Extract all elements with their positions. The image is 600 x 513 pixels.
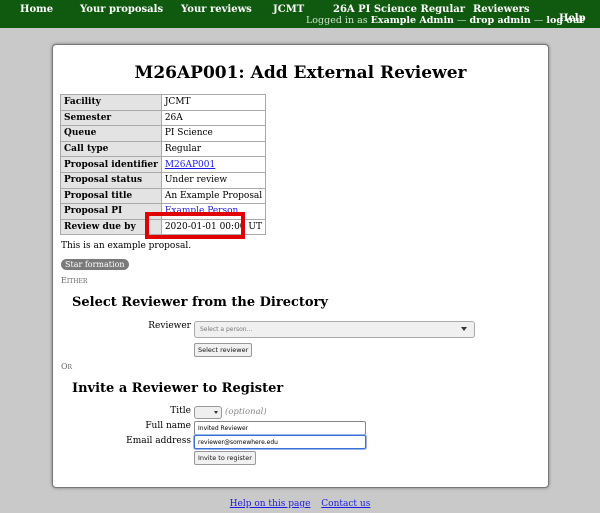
info-label: Facility [60, 94, 162, 111]
info-label: Proposal status [60, 171, 162, 189]
proposal-info-table: Facility JCMT Semester 26A Queue PI Science Ca… [60, 94, 267, 236]
separator: — [457, 15, 467, 26]
either-label: Either [61, 276, 88, 285]
top-navigation-bar: Home Your proposals Your reviews JCMT 26… [0, 0, 600, 28]
contact-us-link[interactable]: Contact us [321, 499, 370, 509]
reviewer-label: Reviewer [148, 321, 191, 331]
title-select[interactable] [194, 406, 222, 419]
main-panel: M26AP001: Add External Reviewer Facility… [52, 44, 549, 488]
info-row: Facility JCMT [60, 94, 267, 111]
title-label: Title [170, 406, 191, 416]
email-label: Email address [126, 436, 191, 446]
info-row: Proposal identifier M26AP001 [60, 156, 267, 173]
info-value: 26A [160, 109, 267, 127]
nav-your-reviews-link[interactable]: Your reviews [181, 4, 252, 15]
chevron-down-icon [214, 411, 218, 414]
proposal-abstract: This is an example proposal. [61, 241, 192, 251]
reviewer-select[interactable]: Select a person... [194, 321, 475, 338]
full-name-input[interactable]: Invited Reviewer [194, 421, 366, 435]
info-value: PI Science [160, 125, 267, 142]
info-row: Proposal title An Example Proposal [60, 187, 267, 205]
info-label: Proposal title [60, 187, 162, 205]
full-name-label: Full name [145, 421, 191, 431]
invite-heading: Invite a Reviewer to Register [72, 381, 284, 396]
nav-call-link[interactable]: 26A PI Science Regular [333, 4, 465, 15]
info-value-link[interactable]: M26AP001 [165, 160, 215, 170]
info-value: An Example Proposal [160, 187, 267, 205]
info-row: Proposal status Under review [60, 171, 267, 189]
info-value: 2020-01-01 00:00 UT [160, 218, 267, 236]
info-row: Queue PI Science [60, 125, 267, 142]
login-status: Logged in as Example Admin — drop admin … [306, 15, 584, 26]
logged-in-as-label: Logged in as [306, 15, 368, 26]
info-label: Review due by [60, 218, 162, 236]
separator: — [533, 15, 544, 26]
reviewer-select-placeholder: Select a person... [200, 326, 253, 333]
info-label: Proposal PI [60, 203, 162, 220]
info-value-link[interactable]: Example Person [165, 206, 239, 216]
info-row: Semester 26A [60, 109, 267, 127]
drop-admin-link[interactable]: drop admin [470, 15, 531, 26]
info-value: JCMT [160, 94, 267, 111]
info-row: Review due by 2020-01-01 00:00 UT [60, 218, 267, 236]
info-label: Semester [60, 109, 162, 127]
info-row: Proposal PI Example Person [60, 203, 267, 220]
log-out-link[interactable]: log out [546, 15, 584, 26]
select-reviewer-button[interactable]: Select reviewer [194, 343, 253, 357]
chevron-down-icon [461, 327, 467, 331]
nav-jcmt-link[interactable]: JCMT [273, 4, 304, 15]
page-title: M26AP001: Add External Reviewer [134, 63, 467, 83]
footer: Help on this page Contact us [0, 499, 600, 509]
nav-your-proposals-link[interactable]: Your proposals [80, 4, 163, 15]
or-label: Or [61, 362, 73, 371]
directory-heading: Select Reviewer from the Directory [72, 295, 328, 310]
info-label: Call type [60, 140, 162, 158]
category-badge: Star formation [61, 259, 129, 270]
user-name-link[interactable]: Example Admin [371, 15, 454, 26]
info-value: Example Person [160, 203, 267, 220]
nav-reviewers-link[interactable]: Reviewers [473, 4, 530, 15]
info-value: Under review [160, 171, 267, 189]
info-label: Proposal identifier [60, 156, 162, 173]
invite-to-register-button[interactable]: Invite to register [194, 451, 256, 465]
optional-hint: (optional) [225, 407, 267, 417]
info-value: M26AP001 [160, 156, 267, 173]
help-on-page-link[interactable]: Help on this page [230, 499, 311, 509]
nav-home-link[interactable]: Home [20, 4, 53, 15]
info-value: Regular [160, 140, 267, 158]
email-input[interactable]: reviewer@somewhere.edu [194, 435, 366, 449]
info-label: Queue [60, 125, 162, 142]
info-row: Call type Regular [60, 140, 267, 158]
